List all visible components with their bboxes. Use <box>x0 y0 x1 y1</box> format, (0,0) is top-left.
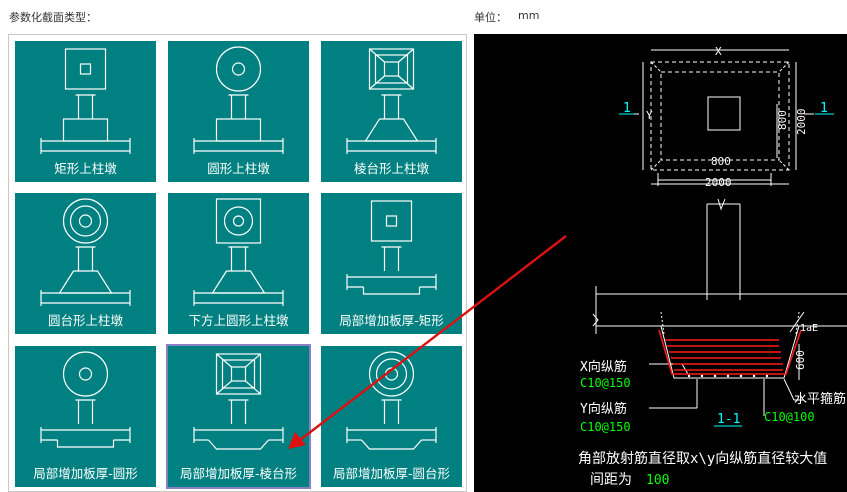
section-type-label-cone-upper-pier: 圆台形上柱墩 <box>47 313 123 328</box>
section-type-slab-thicken-rect[interactable]: 局部增加板厚-矩形 <box>321 193 462 334</box>
dim-outer-height: 2000 <box>795 109 808 136</box>
x-bar-value: C10@150 <box>580 376 631 390</box>
y-bar-value: C10@150 <box>580 420 631 434</box>
section-type-label: 参数化截面类型： <box>9 11 97 24</box>
dim-lae: 1aE <box>800 323 818 334</box>
section-type-cone-upper-pier[interactable]: 圆台形上柱墩 <box>15 193 156 334</box>
note-line-2-value: 100 <box>646 473 669 488</box>
section-type-grid: 矩形上柱墩 圆形上柱墩 棱台形上柱墩 圆台形上柱墩 下方上圆形上柱墩 局部增加板厚-矩形局… <box>8 34 467 492</box>
section-type-slab-thicken-cone[interactable]: 局部增加板厚-圆台形 <box>321 346 462 487</box>
plan-outer-outline <box>650 61 790 171</box>
section-type-frustum-upper-pier[interactable]: 棱台形上柱墩 <box>321 41 462 182</box>
section-type-label-square-bottom-circle-top-pier: 下方上圆形上柱墩 <box>188 313 289 328</box>
section-type-label-circle-upper-pier: 圆形上柱墩 <box>207 161 270 176</box>
section-type-slab-thicken-circle[interactable]: 局部增加板厚-圆形 <box>15 346 156 487</box>
section-preview-drawing: X Y 800 2000 800 2000 600 1aE X向纵筋 Y向纵筋 … <box>578 45 847 488</box>
section-preview-canvas: X Y 800 2000 800 2000 600 1aE X向纵筋 Y向纵筋 … <box>474 34 847 492</box>
section-mark-left: 1 <box>623 101 631 116</box>
note-line-1: 角部放射筋直径取x\y向纵筋直径较大值 <box>578 450 827 467</box>
section-type-label-rect-upper-pier: 矩形上柱墩 <box>54 161 117 176</box>
section-mark-right: 1 <box>820 101 828 116</box>
section-type-circle-upper-pier[interactable]: 圆形上柱墩 <box>168 41 309 182</box>
section-name: 1-1 <box>717 412 740 427</box>
unit-value: mm <box>518 9 540 22</box>
dim-inner-height: 800 <box>776 110 789 130</box>
dim-x-label: X <box>715 45 722 58</box>
plan-column <box>707 96 741 131</box>
dim-outer-width: 2000 <box>705 176 732 189</box>
dim-y-label: Y <box>646 109 653 122</box>
section-type-slab-thicken-frustum[interactable]: 局部增加板厚-棱台形 <box>166 344 311 489</box>
unit-label: 单位： <box>474 11 507 24</box>
note-line-2-prefix: 间距为 <box>590 472 632 488</box>
x-bar-label: X向纵筋 <box>580 359 627 375</box>
section-type-label-slab-thicken-circle: 局部增加板厚-圆形 <box>33 466 138 481</box>
section-type-label-frustum-upper-pier: 棱台形上柱墩 <box>353 161 429 176</box>
section-type-label-slab-thicken-frustum: 局部增加板厚-棱台形 <box>179 466 297 481</box>
stirrup-label: 水平箍筋 <box>794 391 846 407</box>
y-bar-label: Y向纵筋 <box>580 401 627 417</box>
section-type-square-bottom-circle-top-pier[interactable]: 下方上圆形上柱墩 <box>168 193 309 334</box>
section-type-rect-upper-pier[interactable]: 矩形上柱墩 <box>15 41 156 182</box>
section-type-label-slab-thicken-rect: 局部增加板厚-矩形 <box>339 313 444 328</box>
section-type-label-slab-thicken-cone: 局部增加板厚-圆台形 <box>332 466 450 481</box>
dim-inner-width: 800 <box>711 155 731 168</box>
dim-600: 600 <box>794 350 807 370</box>
stirrup-value: C10@100 <box>764 410 815 424</box>
plan-inner-outline <box>660 71 780 161</box>
